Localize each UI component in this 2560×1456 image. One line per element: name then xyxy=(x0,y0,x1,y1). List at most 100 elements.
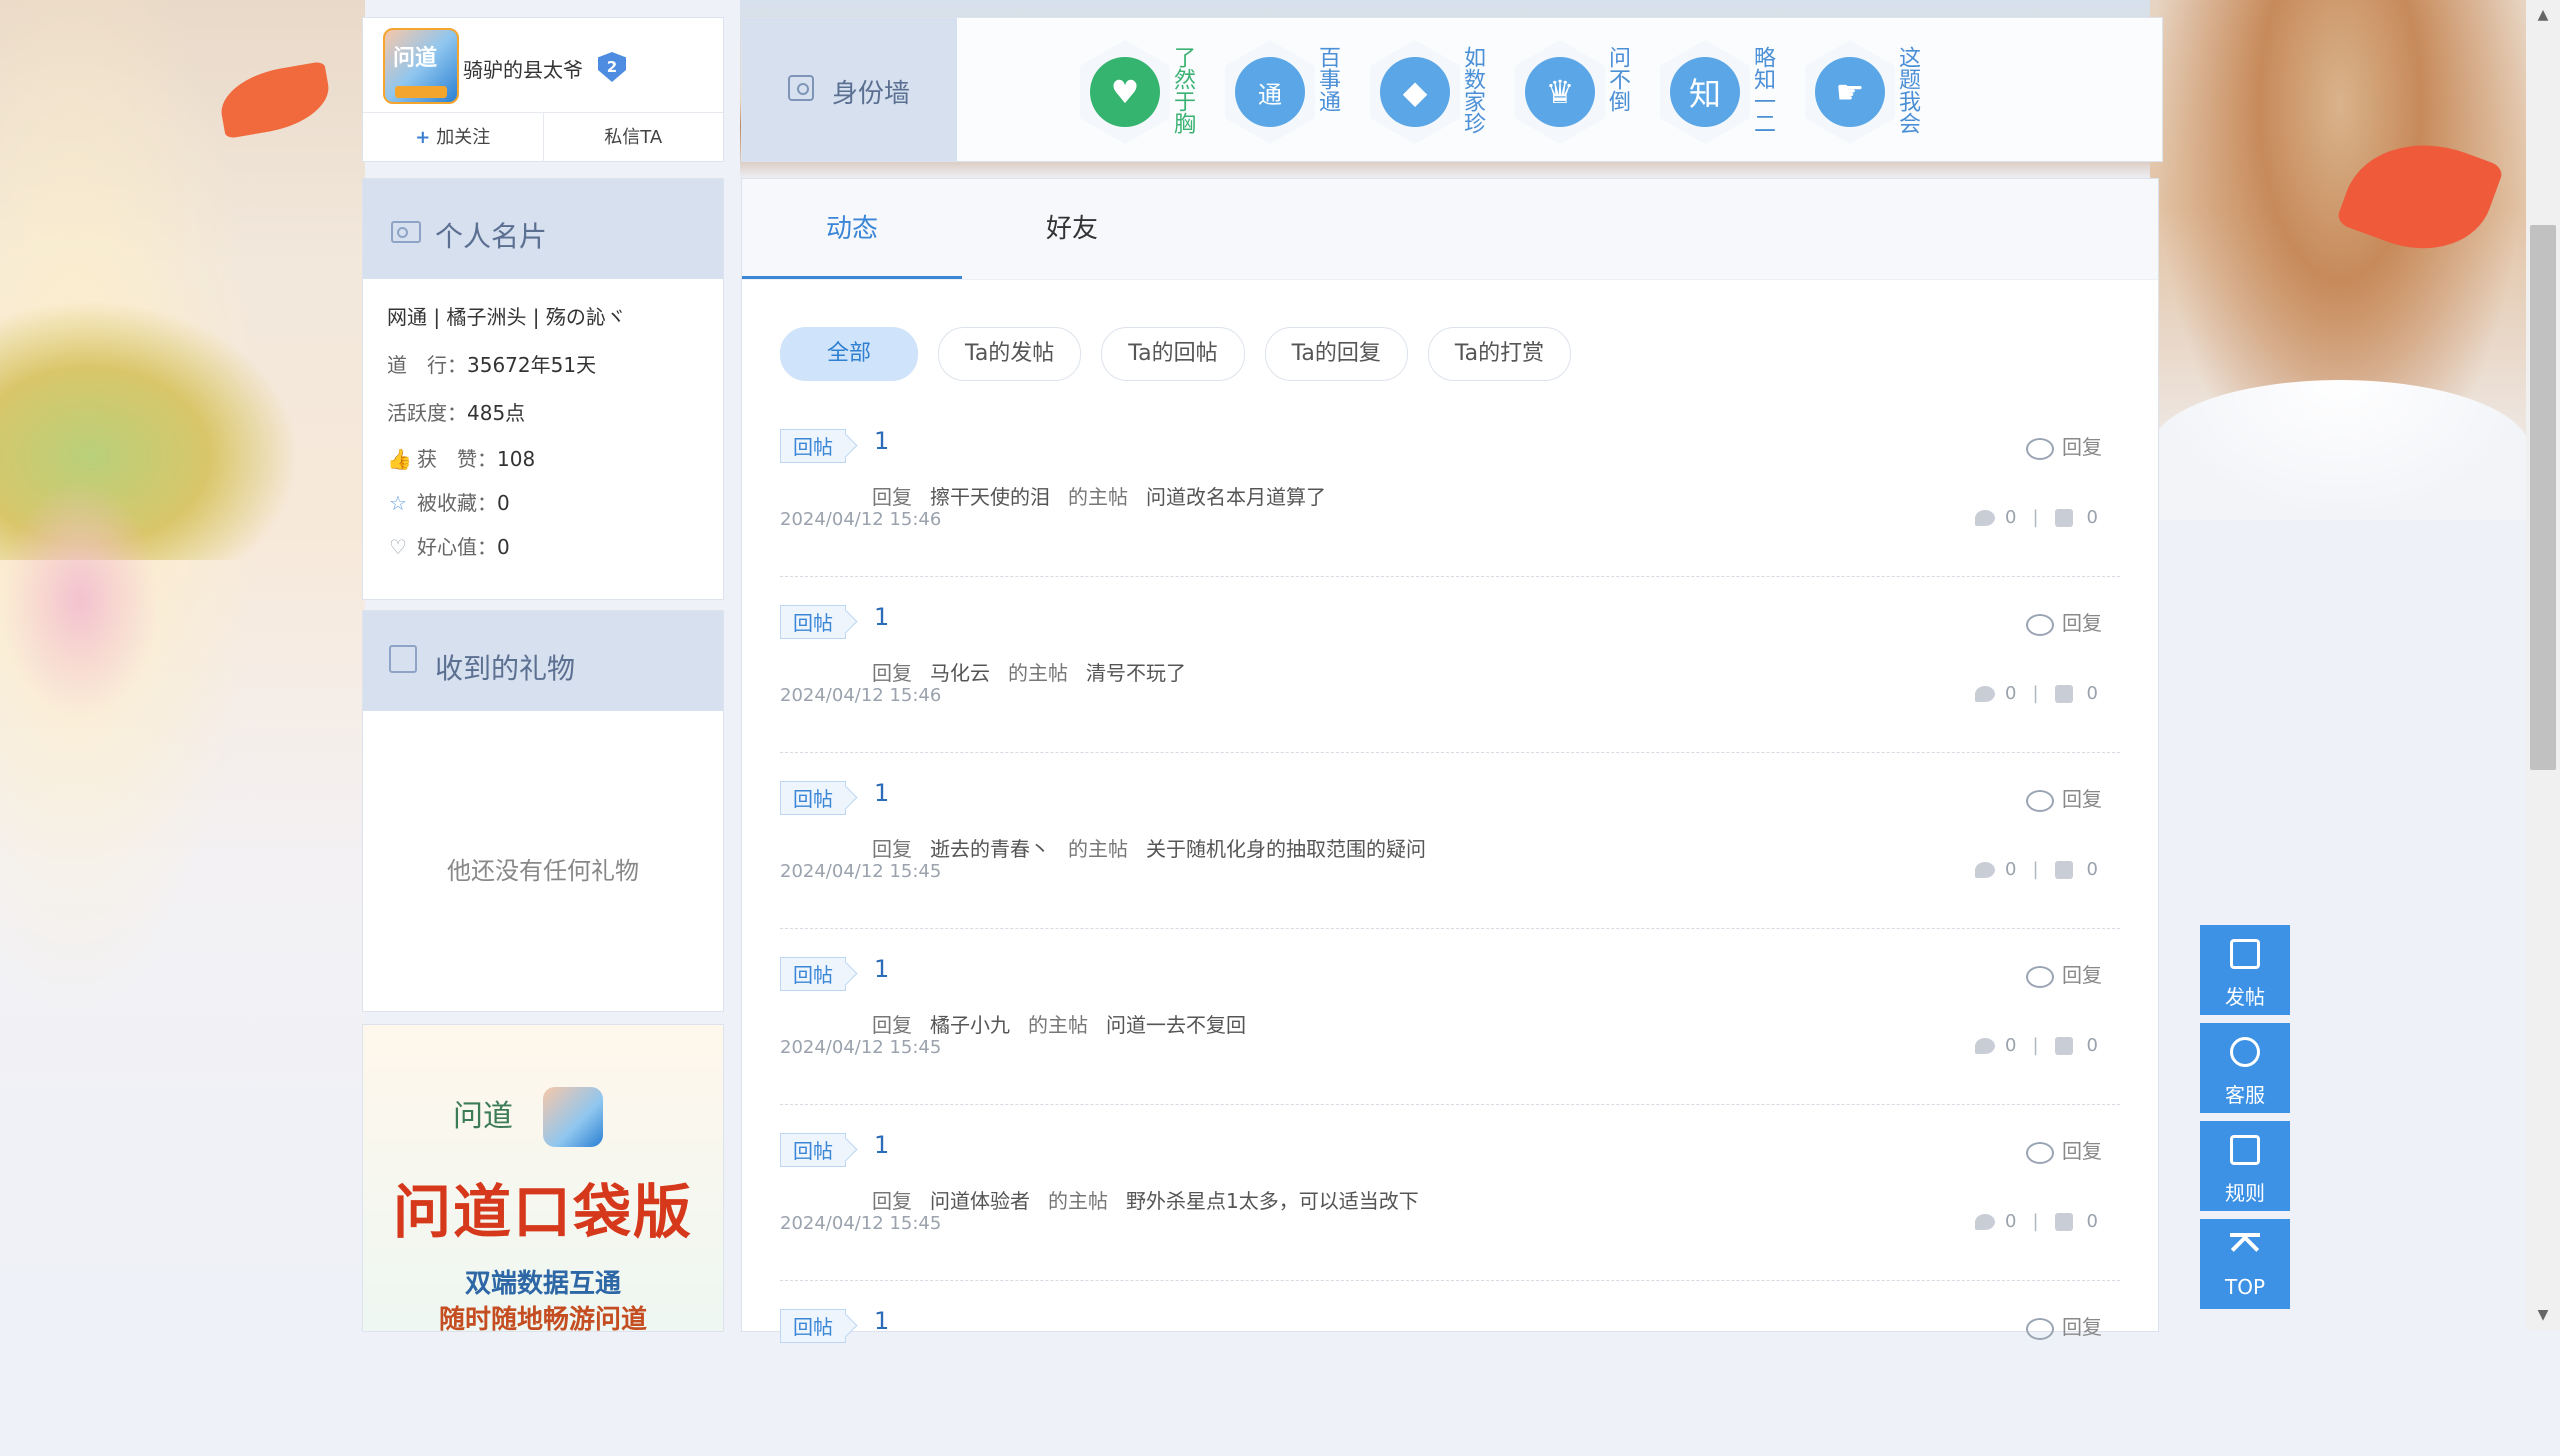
promo-banner[interactable]: 问道 问道口袋版 双端数据互通 随时随地畅游问道 xyxy=(362,1024,724,1332)
background-scenery-right xyxy=(2150,0,2530,520)
feed-item: 回帖 1 回复 回复 马化云 的主帖 清号不玩了 2024/04/12 15:46 0… xyxy=(780,577,2120,753)
goodwill-row: ♡ 好心值：0 xyxy=(387,525,699,569)
hand-icon: ☛ xyxy=(1805,40,1895,144)
trophy-icon: ♛ xyxy=(1515,40,1605,144)
gift-card-header: 收到的礼物 xyxy=(363,611,723,711)
item-stats: 0 | 0 xyxy=(1975,507,2098,528)
thumbs-up-icon xyxy=(2054,861,2073,879)
promo-line-2: 随时随地畅游问道 xyxy=(438,1305,647,1332)
scroll-down-icon[interactable]: ▼ xyxy=(2526,1300,2560,1330)
reply-button[interactable]: 回复 xyxy=(2026,1135,2102,1164)
daoxing-row: 道 行：35672年51天 xyxy=(387,353,597,377)
item-time: 2024/04/12 15:45 xyxy=(780,1213,942,1234)
reply-button[interactable]: 回复 xyxy=(2026,431,2102,460)
reply-button[interactable]: 回复 xyxy=(2026,783,2102,812)
speech-bubble-icon xyxy=(2026,789,2054,812)
post-button[interactable]: 发帖 xyxy=(2200,925,2290,1015)
tab-friends[interactable]: 好友 xyxy=(962,179,1182,279)
item-title[interactable]: 1 xyxy=(874,955,889,983)
item-description: 回复 逝去的青春丶 的主帖 关于随机化身的抽取范围的疑问 xyxy=(872,837,1426,861)
item-user[interactable]: 逝去的青春丶 xyxy=(930,837,1050,861)
item-description: 回复 马化云 的主帖 清号不玩了 xyxy=(872,661,1186,685)
item-thread[interactable]: 关于随机化身的抽取范围的疑问 xyxy=(1146,837,1426,861)
item-title[interactable]: 1 xyxy=(874,1307,889,1335)
level-badge: 2 xyxy=(598,52,626,82)
item-thread[interactable]: 问道一去不复回 xyxy=(1106,1013,1246,1037)
badge-item[interactable]: 知 略知一二 xyxy=(1660,40,1800,150)
gift-empty-text: 他还没有任何礼物 xyxy=(447,857,639,885)
comment-icon xyxy=(1975,1214,1996,1230)
reply-button[interactable]: 回复 xyxy=(2026,959,2102,988)
reply-button[interactable]: 回复 xyxy=(2026,607,2102,636)
item-title[interactable]: 1 xyxy=(874,603,889,631)
username[interactable]: 骑驴的县太爷 xyxy=(463,54,583,83)
daoxing-value: 35672年51天 xyxy=(467,353,597,377)
filter-replies[interactable]: Ta的回复 xyxy=(1264,327,1408,381)
filter-bar: 全部 Ta的发帖 Ta的回帖 Ta的回复 Ta的打赏 xyxy=(780,327,1572,381)
item-thread[interactable]: 问道改名本月道算了 xyxy=(1146,485,1326,509)
background-scenery-left xyxy=(0,0,365,1330)
app-logo-icon xyxy=(543,1087,603,1147)
item-user[interactable]: 马化云 xyxy=(930,661,990,685)
item-thread[interactable]: 清号不玩了 xyxy=(1086,661,1186,685)
profile-tags: 网通 | 橘子洲头 | 殇の訫ヾ xyxy=(387,305,626,329)
item-tag: 回帖 xyxy=(780,1309,846,1343)
comment-icon xyxy=(1975,1038,1996,1054)
support-button[interactable]: 客服 xyxy=(2200,1023,2290,1113)
feed-item: 回帖 1 回复 xyxy=(780,1281,2120,1456)
item-time: 2024/04/12 15:46 xyxy=(780,509,942,530)
item-title[interactable]: 1 xyxy=(874,1131,889,1159)
speech-bubble-icon xyxy=(2026,1141,2054,1164)
thumbs-up-icon xyxy=(2054,509,2073,527)
item-thread[interactable]: 野外杀星点1太多，可以适当改下 xyxy=(1126,1189,1419,1213)
feed-item: 回帖 1 回复 回复 逝去的青春丶 的主帖 关于随机化身的抽取范围的疑问 2024/0… xyxy=(780,753,2120,929)
background-flag xyxy=(215,60,335,140)
book-icon: 通 xyxy=(1225,40,1315,144)
badge-item[interactable]: ♛ 问不倒 xyxy=(1515,40,1655,150)
background-flag xyxy=(2335,119,2505,271)
badge-name: 如数家珍 xyxy=(1460,46,1485,134)
background-blossom xyxy=(0,480,160,720)
filter-posts[interactable]: Ta的发帖 xyxy=(938,327,1082,381)
comment-icon xyxy=(1975,862,1996,878)
thumbs-up-icon xyxy=(2054,1213,2073,1231)
item-stats: 0 | 0 xyxy=(1975,1211,2098,1232)
tab-activity[interactable]: 动态 xyxy=(742,179,962,279)
diamond-icon: ◆ xyxy=(1370,40,1460,144)
back-to-top-button[interactable]: TOP xyxy=(2200,1219,2290,1309)
badge-item[interactable]: 通 百事通 xyxy=(1225,40,1365,150)
id-card-icon xyxy=(788,75,814,101)
item-user[interactable]: 擦干天使的泪 xyxy=(930,485,1050,509)
item-user[interactable]: 问道体验者 xyxy=(930,1189,1030,1213)
item-description: 回复 橘子小九 的主帖 问道一去不复回 xyxy=(872,1013,1246,1037)
feed-item: 回帖 1 回复 回复 问道体验者 的主帖 野外杀星点1太多，可以适当改下 2024/0… xyxy=(780,1105,2120,1281)
personal-card-body: 网通 | 橘子洲头 | 殇の訫ヾ 道 行：35672年51天 活跃度：485点 … xyxy=(363,279,723,583)
item-stats: 0 | 0 xyxy=(1975,683,2098,704)
item-user[interactable]: 橘子小九 xyxy=(930,1013,1010,1037)
scrollbar-thumb[interactable] xyxy=(2530,225,2556,770)
badge-item[interactable]: ☛ 这题我会 xyxy=(1805,40,1945,150)
item-tag: 回帖 xyxy=(780,605,846,639)
badge-item[interactable]: ♥ 了然于胸 xyxy=(1080,40,1220,150)
filter-replies-posts[interactable]: Ta的回帖 xyxy=(1101,327,1245,381)
rules-button[interactable]: 规则 xyxy=(2200,1121,2290,1211)
badge-item[interactable]: ◆ 如数家珍 xyxy=(1370,40,1510,150)
favorited-value: 0 xyxy=(497,491,510,515)
item-title[interactable]: 1 xyxy=(874,779,889,807)
reply-button[interactable]: 回复 xyxy=(2026,1311,2102,1340)
item-description: 回复 擦干天使的泪 的主帖 问道改名本月道算了 xyxy=(872,485,1326,509)
filter-rewards[interactable]: Ta的打赏 xyxy=(1427,327,1572,381)
avatar[interactable]: 问道 xyxy=(383,28,459,104)
profile-card: 问道 骑驴的县太爷 2 + 加关注 私信TA xyxy=(362,17,724,162)
background-cloud xyxy=(2150,380,2530,520)
filter-all[interactable]: 全部 xyxy=(780,327,919,381)
feed-item: 回帖 1 回复 回复 擦干天使的泪 的主帖 问道改名本月道算了 2024/04/12 … xyxy=(780,401,2120,577)
follow-button[interactable]: + 加关注 xyxy=(363,113,544,162)
scroll-up-icon[interactable]: ▲ xyxy=(2526,0,2560,30)
page-scrollbar[interactable]: ▲ ▼ xyxy=(2526,0,2560,1330)
likes-row: 👍 获 赞：108 xyxy=(387,437,699,481)
clipboard-icon xyxy=(2230,1135,2260,1165)
item-title[interactable]: 1 xyxy=(874,427,889,455)
message-button[interactable]: 私信TA xyxy=(544,113,724,162)
feed-item: 回帖 1 回复 回复 橘子小九 的主帖 问道一去不复回 2024/04/12 15:4… xyxy=(780,929,2120,1105)
